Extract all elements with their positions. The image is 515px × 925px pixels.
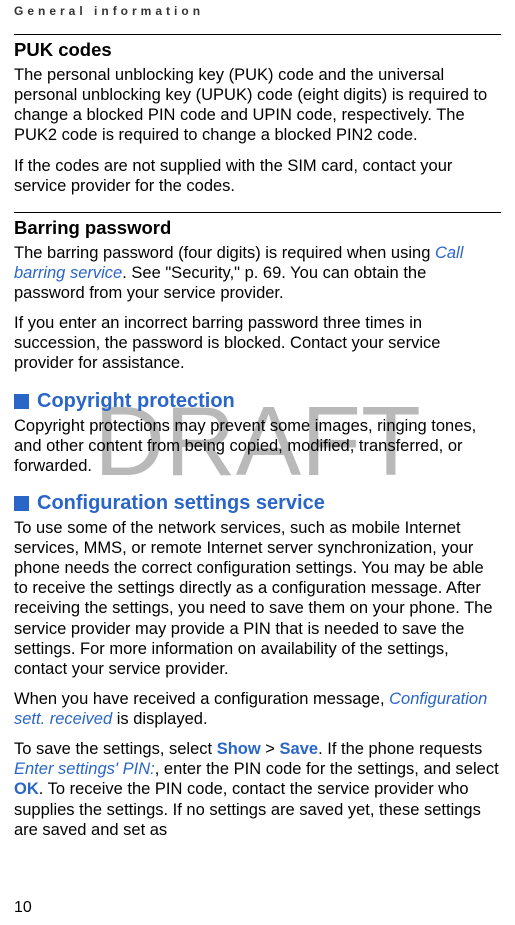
enter-pin-link: Enter settings' PIN: bbox=[14, 760, 155, 778]
ok-action: OK bbox=[14, 780, 39, 798]
body-text: If you enter an incorrect barring passwo… bbox=[14, 313, 501, 373]
save-action: Save bbox=[280, 740, 319, 758]
text-fragment: > bbox=[261, 740, 280, 758]
page-number: 10 bbox=[14, 899, 32, 917]
body-text: The barring password (four digits) is re… bbox=[14, 243, 501, 303]
body-text: To save the settings, select Show > Save… bbox=[14, 739, 501, 840]
divider bbox=[14, 34, 501, 35]
show-action: Show bbox=[217, 740, 261, 758]
puk-codes-heading: PUK codes bbox=[14, 39, 501, 61]
text-fragment: To save the settings, select bbox=[14, 740, 217, 758]
body-text: If the codes are not supplied with the S… bbox=[14, 156, 501, 196]
barring-password-heading: Barring password bbox=[14, 217, 501, 239]
body-text: Copyright protections may prevent some i… bbox=[14, 416, 501, 476]
config-section-heading: Configuration settings service bbox=[14, 492, 501, 515]
text-fragment: The barring password (four digits) is re… bbox=[14, 244, 435, 262]
divider bbox=[14, 212, 501, 213]
text-fragment: is displayed. bbox=[112, 710, 207, 728]
body-text: The personal unblocking key (PUK) code a… bbox=[14, 65, 501, 146]
section-title-text: Configuration settings service bbox=[37, 492, 325, 515]
section-bullet-icon bbox=[14, 496, 29, 511]
body-text: When you have received a configuration m… bbox=[14, 689, 501, 729]
running-header: General information bbox=[14, 4, 501, 18]
text-fragment: When you have received a configuration m… bbox=[14, 690, 389, 708]
section-bullet-icon bbox=[14, 394, 29, 409]
body-text: To use some of the network services, suc… bbox=[14, 518, 501, 679]
section-title-text: Copyright protection bbox=[37, 390, 235, 413]
text-fragment: , enter the PIN code for the settings, a… bbox=[155, 760, 499, 778]
copyright-section-heading: Copyright protection bbox=[14, 390, 501, 413]
text-fragment: . To receive the PIN code, contact the s… bbox=[14, 780, 481, 838]
text-fragment: . If the phone requests bbox=[318, 740, 482, 758]
